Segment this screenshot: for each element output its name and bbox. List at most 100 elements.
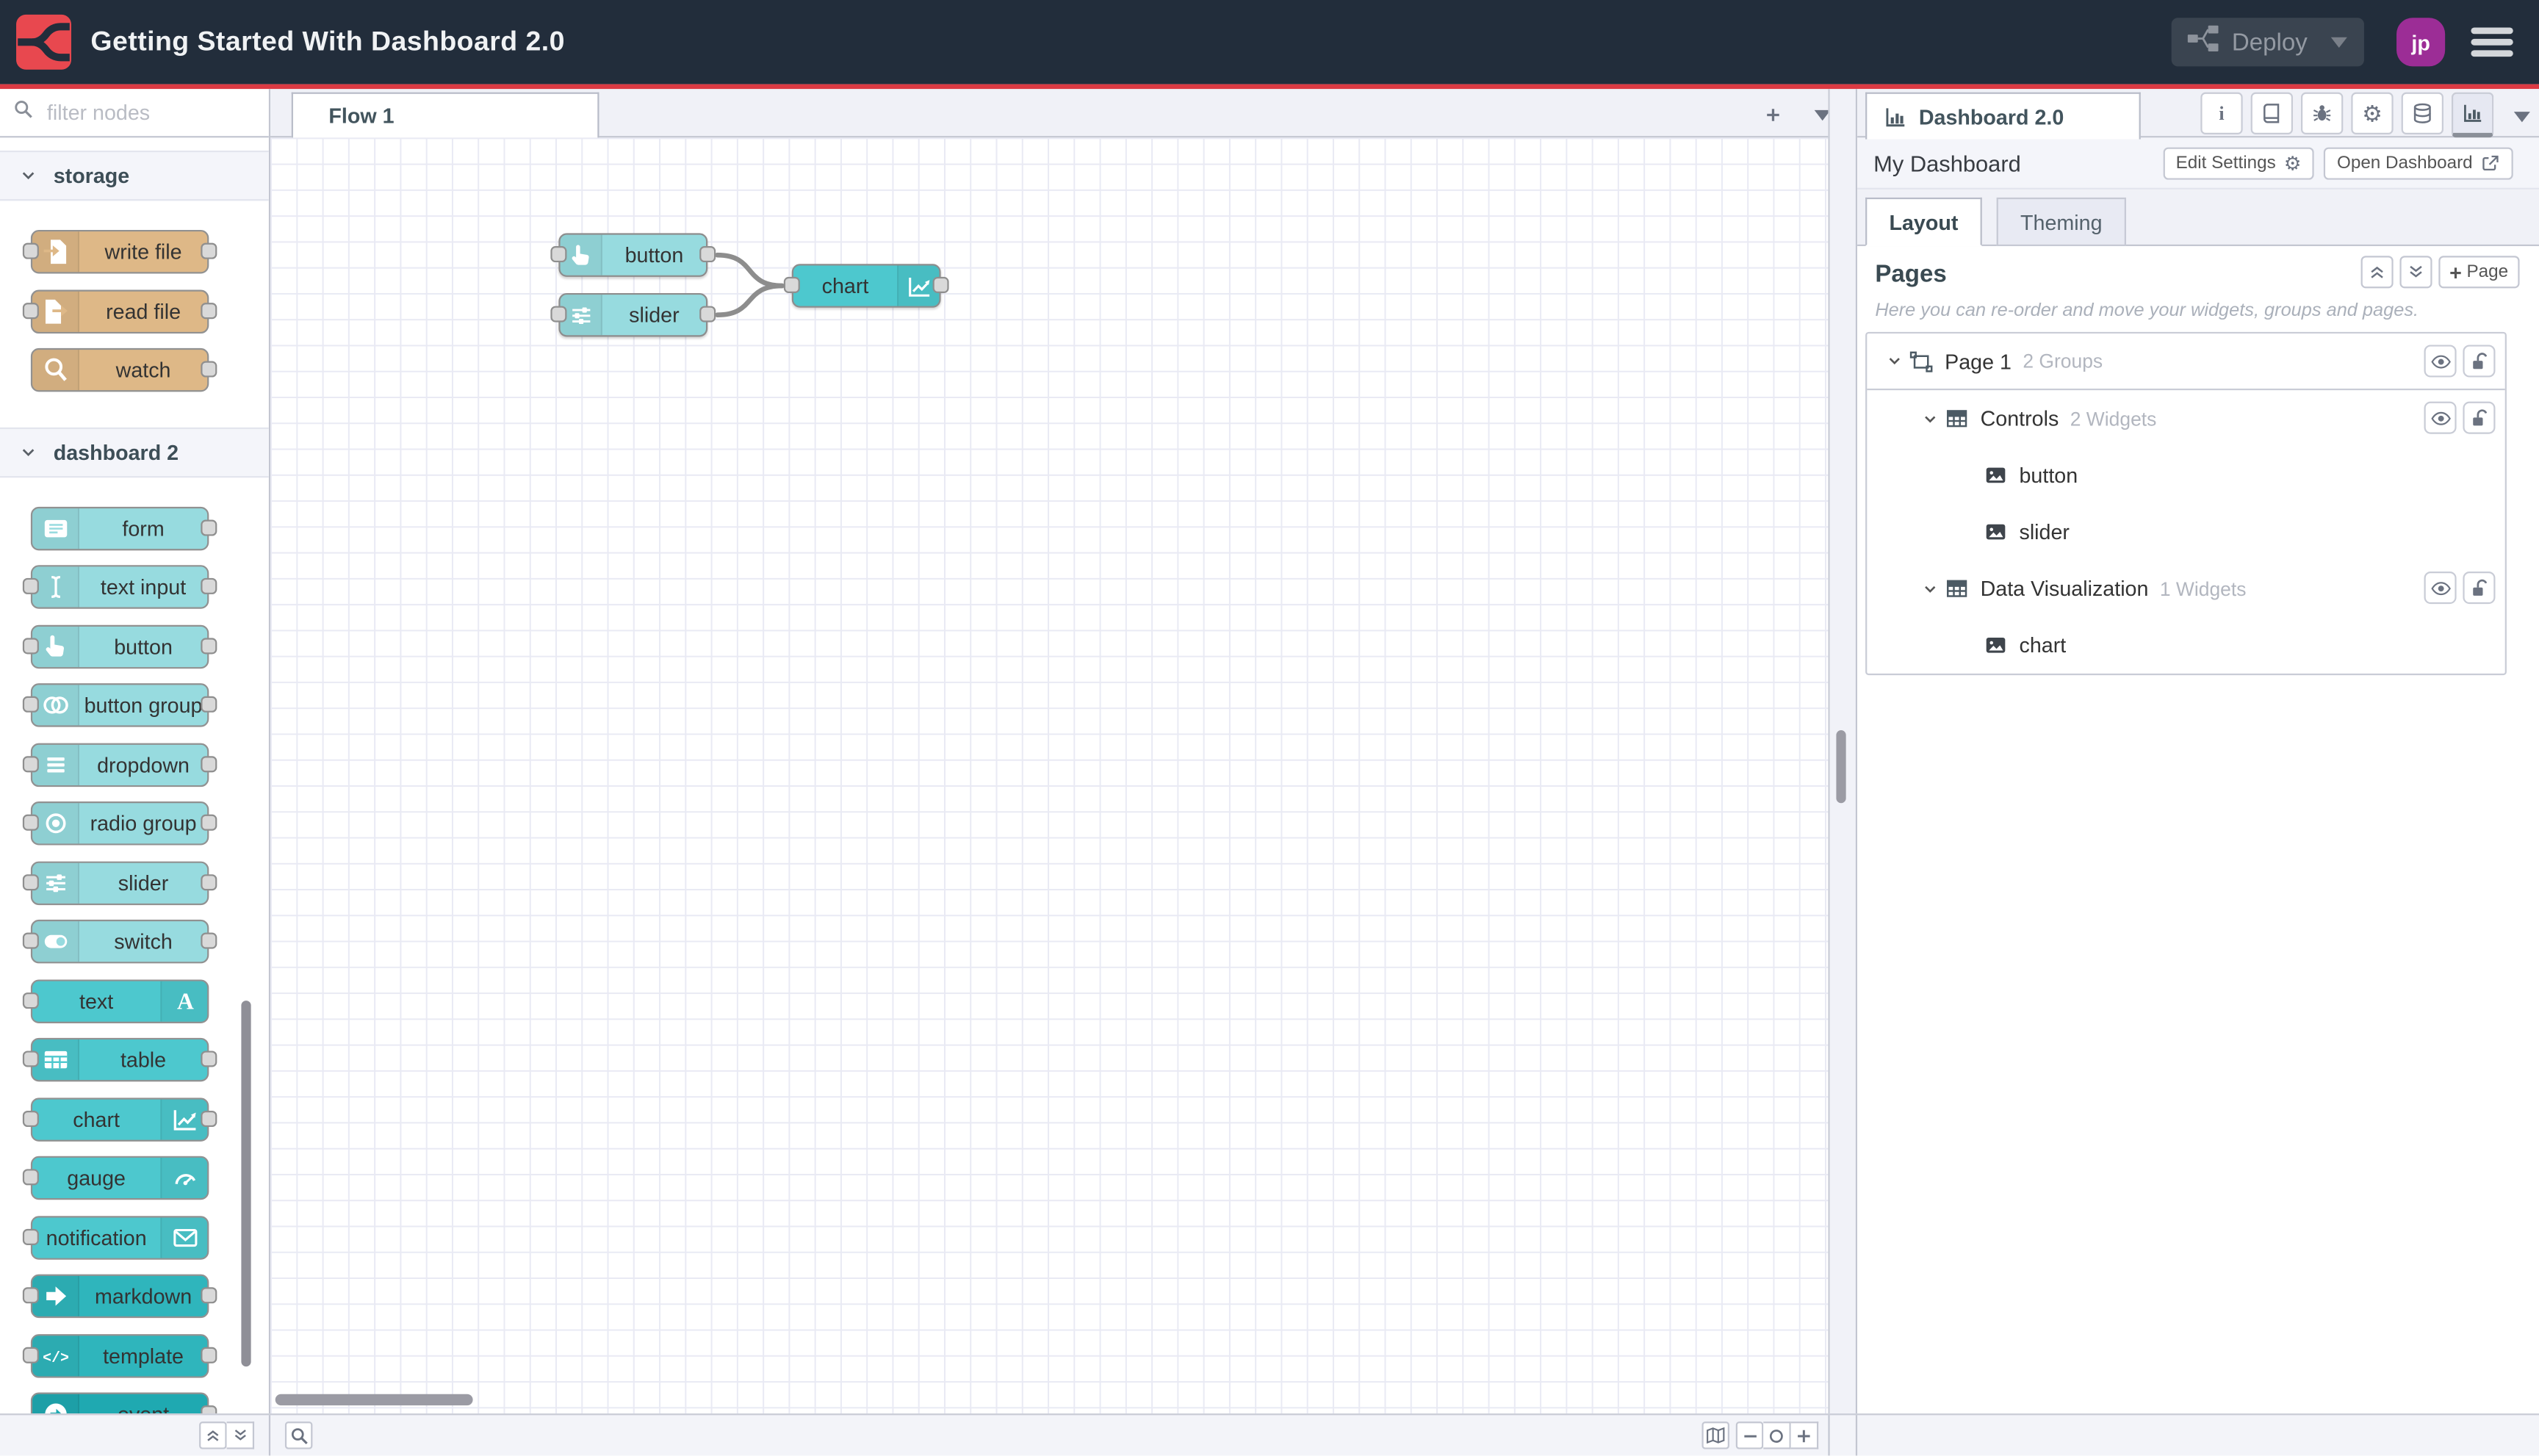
context-tab-button[interactable] (2401, 92, 2443, 134)
palette-expand-all-button[interactable] (226, 1421, 255, 1449)
node-output-port[interactable] (201, 814, 217, 831)
add-flow-button[interactable] (1754, 95, 1793, 134)
node-input-port[interactable] (22, 1109, 39, 1126)
tree-row-data-visualization[interactable]: Data Visualization 1 Widgets (1867, 561, 2504, 617)
palette-node-form[interactable]: form (30, 505, 217, 550)
deploy-button[interactable]: Deploy (2172, 18, 2364, 67)
palette-node-markdown[interactable]: markdown (22, 1274, 217, 1319)
collapse-all-button[interactable] (2360, 256, 2393, 289)
node-input-port[interactable] (22, 992, 39, 1009)
node-output-port[interactable] (201, 361, 217, 378)
node-input-port[interactable] (550, 306, 567, 322)
wire-button-to-chart[interactable] (715, 252, 785, 289)
info-tab-button[interactable]: i (2200, 92, 2243, 134)
tab-dashboard-2[interactable]: Dashboard 2.0 (1865, 92, 2141, 140)
tab-flow-1[interactable]: Flow 1 (291, 92, 599, 138)
deploy-caret-icon[interactable] (2330, 27, 2348, 57)
node-output-port[interactable] (201, 637, 217, 654)
visibility-button[interactable] (2424, 572, 2457, 605)
palette-node-button[interactable]: button (22, 624, 217, 668)
node-input-port[interactable] (22, 1050, 39, 1067)
flow-canvas[interactable]: button slider chart (270, 137, 1829, 1414)
palette-node-button-group[interactable]: button group (22, 683, 217, 727)
node-output-port[interactable] (201, 242, 217, 259)
node-input-port[interactable] (783, 276, 800, 293)
node-input-port[interactable] (22, 1228, 39, 1244)
node-input-port[interactable] (22, 637, 39, 654)
user-avatar[interactable]: jp (2396, 18, 2446, 67)
zoom-in-button[interactable] (1790, 1421, 1819, 1449)
canvas-search-button[interactable] (284, 1421, 313, 1449)
palette-node-gauge[interactable]: gauge (22, 1156, 209, 1200)
tree-row-widget-slider[interactable]: slider (1867, 503, 2504, 560)
palette-node-template[interactable]: </> template (22, 1333, 217, 1377)
node-input-port[interactable] (22, 577, 39, 594)
visibility-button[interactable] (2424, 345, 2457, 378)
palette-node-notification[interactable]: notification (22, 1215, 209, 1259)
canvas-vertical-scrollbar[interactable] (1836, 730, 1846, 804)
node-output-port[interactable] (201, 696, 217, 713)
zoom-out-button[interactable] (1735, 1421, 1764, 1449)
node-output-port[interactable] (201, 1405, 217, 1414)
palette-node-write-file[interactable]: write file (22, 229, 217, 274)
chevron-down-icon[interactable] (1922, 580, 1938, 597)
node-input-port[interactable] (550, 246, 567, 263)
lock-button[interactable] (2463, 345, 2496, 378)
palette-collapse-all-button[interactable] (199, 1421, 227, 1449)
tree-row-widget-button[interactable]: button (1867, 447, 2504, 503)
palette-node-table[interactable]: table (22, 1037, 217, 1082)
palette-node-switch[interactable]: switch (22, 919, 217, 964)
minimap-button[interactable] (1701, 1421, 1729, 1449)
palette-node-text[interactable]: text A (22, 979, 209, 1023)
visibility-button[interactable] (2424, 401, 2457, 434)
node-input-port[interactable] (22, 755, 39, 772)
palette-node-text-input[interactable]: text input (22, 565, 217, 609)
palette-node-watch[interactable]: watch (30, 347, 217, 392)
node-output-port[interactable] (201, 302, 217, 319)
help-tab-button[interactable] (2250, 92, 2293, 134)
node-input-port[interactable] (22, 814, 39, 831)
node-input-port[interactable] (22, 242, 39, 259)
node-input-port[interactable] (22, 873, 39, 890)
edit-settings-button[interactable]: Edit Settings ⚙ (2162, 147, 2315, 180)
node-input-port[interactable] (22, 932, 39, 949)
palette-node-radio-group[interactable]: radio group (22, 801, 217, 846)
debug-tab-button[interactable] (2301, 92, 2344, 134)
config-tab-button[interactable]: ⚙ (2351, 92, 2394, 134)
palette-node-event[interactable]: event (30, 1392, 217, 1414)
node-output-port[interactable] (201, 1346, 217, 1363)
node-input-port[interactable] (22, 1169, 39, 1186)
node-output-port[interactable] (699, 246, 716, 263)
search-input[interactable] (43, 98, 256, 126)
chevron-down-icon[interactable] (1887, 353, 1903, 369)
node-output-port[interactable] (201, 519, 217, 536)
tab-layout[interactable]: Layout (1865, 197, 1982, 247)
panel-splitter[interactable] (1828, 89, 1858, 1414)
node-output-port[interactable] (201, 1287, 217, 1304)
tree-row-widget-chart[interactable]: chart (1867, 617, 2504, 674)
tree-row-controls[interactable]: Controls 2 Widgets (1867, 390, 2504, 447)
palette-category-storage[interactable]: storage (0, 150, 269, 201)
node-input-port[interactable] (22, 696, 39, 713)
canvas-node-slider[interactable]: slider (550, 292, 716, 337)
palette-node-slider[interactable]: slider (22, 860, 217, 904)
node-input-port[interactable] (22, 1346, 39, 1363)
node-output-port[interactable] (201, 1109, 217, 1126)
lock-button[interactable] (2463, 401, 2496, 434)
node-input-port[interactable] (22, 302, 39, 319)
sidebar-menu-caret-button[interactable] (2513, 104, 2531, 128)
node-output-port[interactable] (699, 306, 716, 322)
node-output-port[interactable] (201, 1050, 217, 1067)
palette-node-chart[interactable]: chart (22, 1097, 217, 1141)
canvas-node-button[interactable]: button (550, 233, 716, 277)
palette-scrollbar[interactable] (241, 1001, 251, 1367)
add-page-button[interactable]: + Page (2438, 256, 2520, 289)
node-output-port[interactable] (201, 932, 217, 949)
node-input-port[interactable] (22, 1287, 39, 1304)
node-output-port[interactable] (201, 873, 217, 890)
chevron-down-icon[interactable] (1922, 411, 1938, 427)
zoom-reset-button[interactable] (1763, 1421, 1791, 1449)
canvas-node-chart[interactable]: chart (783, 264, 949, 308)
lock-button[interactable] (2463, 572, 2496, 605)
expand-all-button[interactable] (2399, 256, 2432, 289)
